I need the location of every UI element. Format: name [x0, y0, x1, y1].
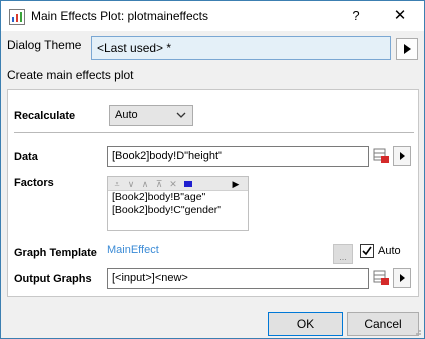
dialog-theme-label: Dialog Theme — [7, 38, 82, 52]
close-button[interactable]: ✕ — [385, 6, 415, 26]
move-up-icon[interactable]: ∧ — [139, 178, 151, 190]
play-right-icon[interactable]: ▶ — [230, 178, 242, 190]
move-bottom-icon[interactable]: ⩡ — [111, 178, 123, 190]
data-label: Data — [14, 151, 38, 163]
help-button[interactable]: ? — [341, 6, 371, 26]
list-item[interactable]: [Book2]body!C"gender" — [108, 204, 248, 217]
output-pick-button[interactable] — [372, 268, 392, 288]
graph-template-label: Graph Template — [14, 247, 97, 259]
dialog-window: Main Effects Plot: plotmaineffects ? ✕ D… — [0, 0, 425, 339]
divider — [14, 132, 414, 133]
move-down-icon[interactable]: ∨ — [125, 178, 137, 190]
range-picker-icon — [373, 148, 389, 163]
play-right-icon — [400, 152, 405, 160]
settings-panel: Recalculate Auto Data [Book2]body!D"heig… — [7, 89, 419, 297]
browse-button[interactable]: ... — [333, 244, 353, 264]
recalculate-select[interactable]: Auto — [109, 105, 193, 126]
factors-label: Factors — [14, 177, 54, 189]
list-item[interactable]: [Book2]body!B"age" — [108, 191, 248, 204]
recalculate-value: Auto — [115, 109, 138, 121]
output-graphs-field[interactable]: [<input>]<new> — [107, 268, 369, 289]
data-field[interactable]: [Book2]body!D"height" — [107, 146, 369, 167]
theme-menu-button[interactable] — [396, 38, 418, 60]
origin-app-icon — [9, 9, 25, 25]
description-label: Create main effects plot — [7, 68, 134, 82]
play-right-icon — [404, 44, 411, 54]
play-right-icon — [400, 274, 405, 282]
title-bar: Main Effects Plot: plotmaineffects ? ✕ — [1, 1, 424, 31]
window-title: Main Effects Plot: plotmaineffects — [31, 9, 208, 23]
auto-checkbox[interactable] — [360, 244, 374, 258]
data-menu-button[interactable] — [393, 146, 411, 166]
add-icon[interactable] — [182, 178, 194, 190]
auto-label: Auto — [378, 245, 401, 257]
delete-icon[interactable]: ✕ — [167, 178, 179, 190]
resize-grip-icon[interactable] — [412, 326, 422, 336]
move-top-icon[interactable]: ⊼ — [153, 178, 165, 190]
output-graphs-label: Output Graphs — [14, 273, 92, 285]
ok-button[interactable]: OK — [268, 312, 343, 336]
checkmark-icon — [362, 246, 372, 256]
chevron-down-icon — [176, 112, 186, 118]
dialog-theme-field[interactable]: <Last used> * — [91, 36, 391, 60]
data-pick-button[interactable] — [372, 146, 392, 166]
graph-template-link[interactable]: MainEffect — [107, 244, 159, 256]
factors-toolbar: ⩡ ∨ ∧ ⊼ ✕ ▶ — [108, 177, 248, 191]
cancel-button[interactable]: Cancel — [347, 312, 419, 336]
output-menu-button[interactable] — [393, 268, 411, 288]
recalculate-label: Recalculate — [14, 110, 76, 122]
range-picker-icon — [373, 270, 389, 285]
factors-list[interactable]: ⩡ ∨ ∧ ⊼ ✕ ▶ [Book2]body!B"age" [Book2]bo… — [107, 176, 249, 231]
